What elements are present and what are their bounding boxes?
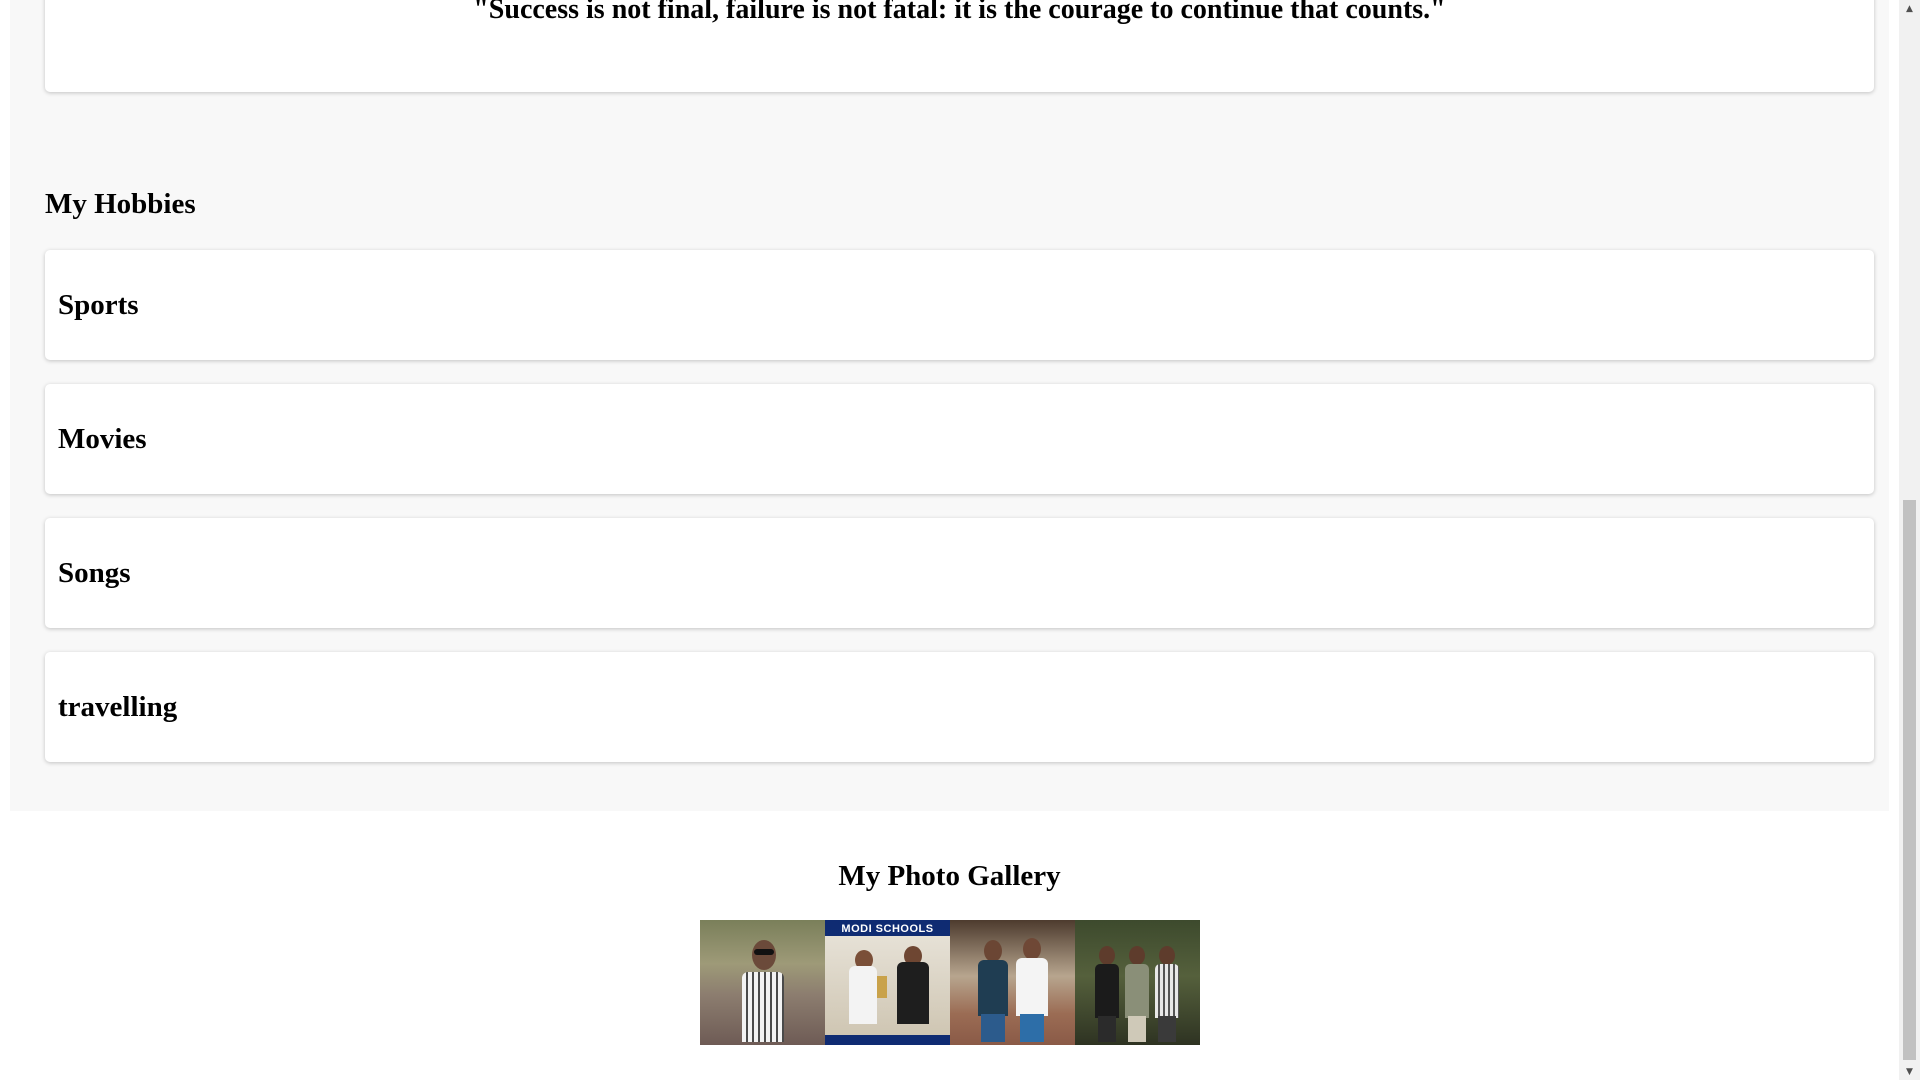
photo-backdrop [825, 936, 950, 1035]
scrollbar-thumb[interactable] [1903, 500, 1916, 1060]
person-figure [1016, 958, 1048, 1016]
gallery-photo[interactable]: MODI SCHOOLS [825, 920, 950, 1045]
hobby-label: Movies [58, 423, 147, 456]
quote-card: "Success is not final, failure is not fa… [45, 0, 1874, 92]
person-figure [1099, 946, 1115, 965]
trophy-icon [877, 976, 887, 998]
person-figure [1095, 964, 1119, 1018]
sunglasses-shape [754, 949, 774, 955]
gallery-title: My Photo Gallery [838, 860, 1061, 892]
hobbies-title: My Hobbies [45, 188, 196, 220]
scroll-down-arrow-icon[interactable]: ▼ [1899, 1063, 1920, 1080]
hobby-card: Songs [45, 518, 1874, 628]
hobbies-section: "Success is not final, failure is not fa… [10, 0, 1889, 811]
gallery-photo[interactable] [700, 920, 825, 1045]
hobby-label: travelling [58, 691, 178, 724]
person-figure [1129, 946, 1145, 965]
striped-shirt-shape [742, 972, 784, 1042]
school-banner-text: MODI SCHOOLS [841, 923, 934, 935]
person-figure [1020, 1014, 1044, 1042]
hobby-card: Sports [45, 250, 1874, 360]
person-figure [1155, 964, 1179, 1018]
gallery-photo[interactable] [950, 920, 1075, 1045]
hobby-label: Songs [58, 557, 131, 590]
person-figure [897, 962, 929, 1024]
person-figure [1023, 938, 1041, 960]
person-figure [1125, 964, 1149, 1018]
hobby-label: Sports [58, 289, 139, 322]
gallery-photo[interactable] [1075, 920, 1200, 1045]
person-figure [978, 960, 1008, 1016]
hobby-card: travelling [45, 652, 1874, 762]
scroll-up-arrow-icon[interactable]: ▲ [1899, 0, 1920, 17]
vertical-scrollbar[interactable]: ▲ ▼ [1899, 0, 1920, 1080]
person-figure [984, 940, 1002, 962]
person-figure [1159, 946, 1175, 965]
person-figure [1098, 1016, 1116, 1042]
person-figure [849, 966, 877, 1024]
page-viewport: "Success is not final, failure is not fa… [0, 0, 1899, 1080]
hobby-card: Movies [45, 384, 1874, 494]
person-figure [981, 1014, 1005, 1042]
photo-gallery: MODI SCHOOLS [700, 920, 1200, 1045]
person-figure [752, 940, 776, 970]
person-figure [1158, 1016, 1176, 1042]
person-figure [1128, 1016, 1146, 1042]
quote-text: "Success is not final, failure is not fa… [473, 0, 1446, 25]
photo-footer-strip [825, 1035, 950, 1045]
